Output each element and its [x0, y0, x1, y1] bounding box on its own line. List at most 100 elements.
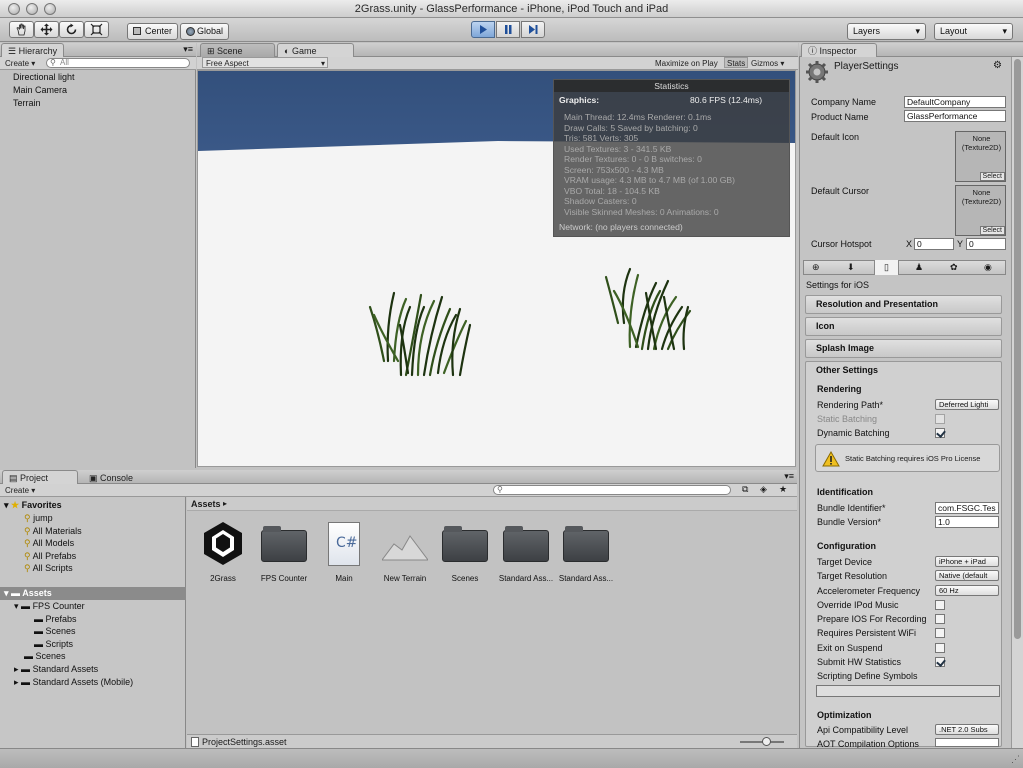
hierarchy-item[interactable]: Main Camera [13, 84, 67, 97]
tree-folder-prefabs[interactable]: ▬ Prefabs [34, 613, 77, 626]
favorite-item[interactable]: ⚲ All Prefabs [24, 550, 76, 563]
breadcrumb[interactable]: Assets [191, 499, 221, 509]
pivot-center-button[interactable]: Center [127, 23, 178, 40]
close-window-button[interactable] [8, 3, 20, 15]
folder-icon[interactable] [563, 526, 609, 562]
section-splash-image[interactable]: Splash Image [805, 339, 1002, 358]
rendering-path-dropdown[interactable]: Deferred Lighti [935, 399, 999, 410]
hierarchy-search-input[interactable]: ⚲ All [46, 58, 190, 68]
step-button[interactable] [521, 21, 545, 38]
asset-2grass[interactable] [200, 520, 246, 566]
prepare-ios-recording-checkbox[interactable] [935, 614, 945, 624]
target-resolution-dropdown[interactable]: Native (default [935, 570, 999, 581]
scrollbar-thumb[interactable] [1014, 59, 1021, 639]
hotspot-y-field[interactable]: 0 [966, 238, 1006, 250]
platform-ios-icon[interactable]: ▯ [874, 260, 899, 275]
section-icon[interactable]: Icon [805, 317, 1002, 336]
stats-toggle[interactable]: Stats [724, 57, 749, 68]
folder-icon[interactable] [442, 526, 488, 562]
dynamic-batching-checkbox[interactable] [935, 428, 945, 438]
tab-console[interactable]: ▣ Console [82, 470, 162, 484]
scale-tool-button[interactable] [84, 21, 109, 38]
resize-grip-icon[interactable]: ⋰ [1011, 754, 1020, 765]
override-ipod-music-checkbox[interactable] [935, 600, 945, 610]
tab-scene[interactable]: ⊞ Scene [200, 43, 275, 57]
rotate-tool-button[interactable] [59, 21, 84, 38]
favorite-item[interactable]: ⚲ All Models [24, 537, 74, 550]
tree-folder-standard-assets-mobile[interactable]: ▸ ▬ Standard Assets (Mobile) [14, 676, 133, 689]
favorite-item[interactable]: ⚲ All Scripts [24, 562, 73, 575]
default-cursor-slot[interactable]: None (Texture2D) Select [955, 185, 1006, 236]
tree-folder-standard-assets[interactable]: ▸ ▬ Standard Assets [14, 663, 98, 676]
assets-root-node[interactable]: ▾ ▬ Assets [0, 587, 186, 600]
pause-button[interactable] [496, 21, 520, 38]
platform-flash-icon[interactable]: ◉ [984, 262, 992, 273]
texture-select-button[interactable]: Select [979, 226, 1005, 235]
platform-blackberry-icon[interactable]: ✿ [950, 262, 958, 273]
default-icon-slot[interactable]: None (Texture2D) Select [955, 131, 1006, 182]
aot-compilation-field[interactable] [935, 738, 999, 747]
submit-hw-statistics-checkbox[interactable] [935, 657, 945, 667]
platform-android-icon[interactable]: ♟ [915, 262, 923, 273]
tree-folder-scripts[interactable]: ▬ Scripts [34, 638, 73, 651]
terrain-asset-icon[interactable] [381, 530, 429, 562]
icon-size-slider[interactable] [740, 737, 784, 746]
project-create-dropdown[interactable]: Create ▾ [5, 485, 35, 496]
tree-folder-scenes-sub[interactable]: ▬ Scenes [34, 625, 76, 638]
hierarchy-create-dropdown[interactable]: Create ▾ [5, 58, 35, 69]
inspector-scrollbar[interactable] [1011, 57, 1023, 748]
exit-on-suspend-checkbox[interactable] [935, 643, 945, 653]
slider-thumb[interactable] [762, 737, 771, 746]
api-compatibility-dropdown[interactable]: .NET 2.0 Subs [935, 724, 999, 735]
panel-menu-icon[interactable]: ▾≡ [784, 471, 794, 482]
folder-icon[interactable] [503, 526, 549, 562]
layout-dropdown[interactable]: Layout ▾ [934, 23, 1013, 40]
product-name-field[interactable]: GlassPerformance [904, 110, 1006, 122]
favorite-star-icon[interactable]: ★ [779, 484, 787, 495]
tab-inspector[interactable]: ⓘ Inspector [801, 43, 877, 57]
tab-hierarchy[interactable]: ☰ Hierarchy [1, 43, 65, 57]
bundle-version-field[interactable]: 1.0 [935, 516, 999, 528]
pivot-global-button[interactable]: Global [180, 23, 229, 40]
platform-web-icon[interactable]: ⊕ [812, 262, 820, 273]
tab-game[interactable]: ◐ Game [277, 43, 354, 57]
favorite-item[interactable]: ⚲ jump [24, 512, 53, 525]
project-search-input[interactable]: ⚲ [493, 485, 731, 495]
section-resolution-presentation[interactable]: Resolution and Presentation [805, 295, 1002, 314]
hierarchy-item[interactable]: Directional light [13, 71, 75, 84]
minimize-window-button[interactable] [26, 3, 38, 15]
asset-label: Scenes [451, 574, 479, 583]
static-batching-checkbox[interactable] [935, 414, 945, 424]
hand-tool-button[interactable] [9, 21, 34, 38]
favorites-node[interactable]: ▾ ★ Favorites [4, 499, 62, 512]
folder-icon[interactable] [261, 526, 307, 562]
folder-label: Standard Assets (Mobile) [32, 676, 134, 687]
layers-dropdown[interactable]: Layers ▾ [847, 23, 926, 40]
scripting-define-symbols-field[interactable] [816, 685, 1000, 697]
hierarchy-item[interactable]: Terrain [13, 97, 41, 110]
move-tool-button[interactable] [34, 21, 59, 38]
folder-label: FPS Counter [32, 601, 85, 611]
favorite-item[interactable]: ⚲ All Materials [24, 525, 82, 538]
filter-label-icon[interactable]: ◈ [760, 484, 767, 495]
tab-project[interactable]: ▤ Project [2, 470, 78, 484]
hotspot-x-field[interactable]: 0 [914, 238, 954, 250]
target-device-dropdown[interactable]: iPhone + iPad [935, 556, 999, 567]
company-name-field[interactable]: DefaultCompany [904, 96, 1006, 108]
gizmos-dropdown[interactable]: Gizmos ▾ [751, 58, 784, 69]
platform-standalone-icon[interactable]: ⬇ [847, 262, 855, 273]
zoom-window-button[interactable] [44, 3, 56, 15]
panel-menu-icon[interactable]: ▾≡ [183, 44, 193, 55]
bundle-identifier-field[interactable]: com.FSGC.Tes [935, 502, 999, 514]
tree-folder-scenes[interactable]: ▬ Scenes [24, 650, 66, 663]
texture-select-button[interactable]: Select [979, 172, 1005, 181]
component-settings-icon[interactable]: ⚙ [993, 60, 1002, 71]
maximize-on-play-toggle[interactable]: Maximize on Play [655, 58, 718, 69]
csharp-script-icon[interactable]: C# [328, 522, 360, 566]
aspect-dropdown[interactable]: Free Aspect ▾ [202, 57, 328, 68]
tree-folder-fps-counter[interactable]: ▾ ▬ FPS Counter [14, 600, 85, 613]
play-button[interactable] [471, 21, 495, 38]
persistent-wifi-checkbox[interactable] [935, 628, 945, 638]
filter-type-icon[interactable]: ⧉ [742, 484, 748, 495]
accelerometer-frequency-dropdown[interactable]: 60 Hz [935, 585, 999, 596]
